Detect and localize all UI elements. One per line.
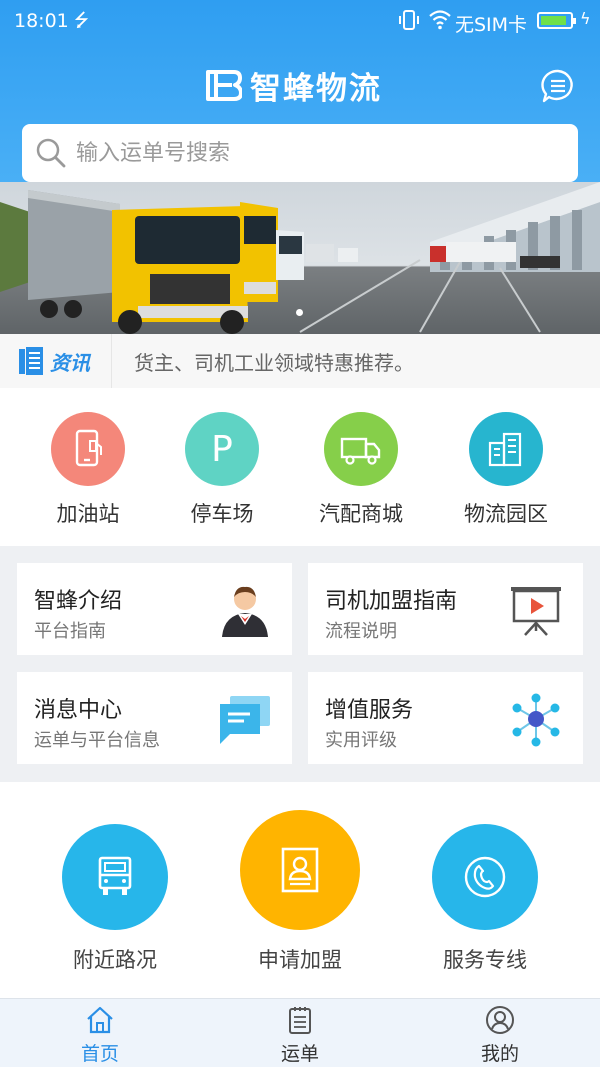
action-nearby-traffic[interactable]: 附近路况: [55, 824, 175, 974]
charging-icon: ϟ: [580, 9, 591, 28]
news-badge-label: 资讯: [50, 350, 90, 375]
home-icon: [87, 1006, 113, 1034]
news-badge: 资讯: [0, 334, 112, 388]
card-message-center[interactable]: 消息中心 运单与平台信息: [17, 672, 292, 764]
truck-front-icon: [62, 824, 168, 930]
card-subtitle: 实用评级: [325, 730, 397, 751]
primary-actions: 附近路况 申请加盟 服务专线: [0, 782, 600, 998]
parking-icon: P: [185, 412, 259, 486]
news-ticker[interactable]: 资讯 货主、司机工业领域特惠推荐。: [0, 334, 600, 388]
search-bar[interactable]: [22, 124, 578, 182]
presentation-board-icon: [511, 587, 561, 636]
card-title: 增值服务: [325, 698, 414, 723]
wifi-icon: [429, 10, 451, 30]
card-driver-guide[interactable]: 司机加盟指南 流程说明: [308, 563, 583, 655]
fuel-phone-icon: [51, 412, 125, 486]
tab-home[interactable]: 首页: [40, 1005, 160, 1066]
feature-cards: 智蜂介绍 平台指南 司机加盟指南 流程说明 消息中心 运单与平台信息 增值服务 …: [0, 546, 600, 782]
profile-card-icon: [240, 810, 360, 930]
action-apply-join[interactable]: 申请加盟: [240, 810, 360, 974]
tab-label: 我的: [480, 1043, 519, 1065]
quick-entry-auto-parts[interactable]: 汽配商城: [291, 412, 431, 528]
quick-entry-label: 物流园区: [464, 502, 548, 526]
quick-entry-label: 汽配商城: [319, 502, 403, 526]
quick-entry-label: 停车场: [190, 502, 254, 526]
card-platform-intro[interactable]: 智蜂介绍 平台指南: [17, 563, 292, 655]
quick-entry-gas-station[interactable]: 加油站: [18, 412, 158, 528]
usb-icon: ⭍: [74, 10, 89, 31]
action-label: 附近路况: [73, 948, 157, 972]
card-value-service[interactable]: 增值服务 实用评级: [308, 672, 583, 764]
carousel-indicator[interactable]: [296, 309, 303, 316]
quick-entry-logistics-park[interactable]: 物流园区: [436, 412, 576, 528]
tab-label: 运单: [280, 1043, 319, 1065]
card-subtitle: 平台指南: [34, 621, 106, 642]
carrier-label: 无SIM卡: [455, 14, 528, 36]
user-icon: [486, 1006, 514, 1034]
card-subtitle: 流程说明: [325, 621, 397, 642]
card-title: 司机加盟指南: [325, 589, 458, 614]
card-subtitle: 运单与平台信息: [34, 730, 160, 751]
app-name: 智蜂物流: [250, 70, 382, 107]
chat-bubbles-icon: [220, 696, 270, 744]
card-title: 消息中心: [34, 698, 123, 723]
bottom-tab-bar: 首页 运单 我的: [0, 998, 600, 1067]
action-label: 服务专线: [443, 948, 527, 972]
search-icon: [36, 138, 66, 168]
action-label: 申请加盟: [258, 948, 342, 972]
tab-profile[interactable]: 我的: [440, 1005, 560, 1066]
quick-entry-label: 加油站: [56, 502, 120, 526]
search-input[interactable]: [76, 140, 556, 166]
logo-icon: [206, 70, 242, 101]
quick-entry-parking[interactable]: P 停车场: [152, 412, 292, 528]
buildings-icon: [469, 412, 543, 486]
waiter-icon: [222, 586, 268, 637]
battery-icon: [537, 12, 576, 29]
waybill-icon: [289, 1007, 311, 1034]
truck-icon: [324, 412, 398, 486]
newspaper-icon: [19, 347, 43, 375]
battery-level: [541, 16, 566, 25]
status-bar: 18:01 ⭍ 无SIM卡 ϟ: [0, 0, 600, 42]
tab-waybill[interactable]: 运单: [240, 1005, 360, 1066]
action-service-hotline[interactable]: 服务专线: [425, 824, 545, 974]
network-nodes-icon: [512, 693, 560, 747]
card-title: 智蜂介绍: [34, 589, 123, 614]
message-menu-icon[interactable]: [540, 68, 576, 104]
brand-logo: 智蜂物流: [204, 64, 382, 107]
vibrate-icon: [399, 10, 419, 30]
phone-icon: [432, 824, 538, 930]
tab-label: 首页: [80, 1043, 119, 1065]
news-text[interactable]: 货主、司机工业领域特惠推荐。: [134, 347, 414, 376]
status-time: 18:01: [14, 10, 69, 32]
quick-entry-grid: 加油站 P 停车场 汽配商城 物流园区: [0, 388, 600, 546]
